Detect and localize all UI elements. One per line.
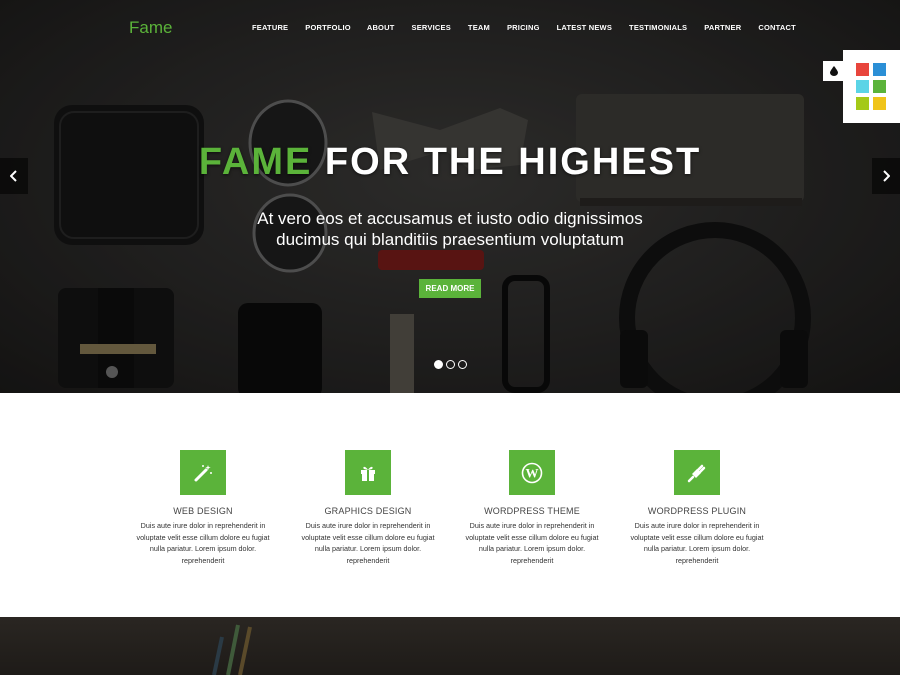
service-web-design: WEB DESIGN Duis aute irure dolor in repr…	[133, 450, 273, 566]
gift-icon	[361, 466, 375, 481]
service-wordpress-theme: W WORDPRESS THEME Duis aute irure dolor …	[462, 450, 602, 566]
main-nav: FEATURE PORTFOLIO ABOUT SERVICES TEAM PR…	[252, 23, 796, 32]
color-swatch-green[interactable]	[873, 80, 886, 93]
nav-item-latest-news[interactable]: LATEST NEWS	[557, 23, 612, 32]
color-switcher-toggle[interactable]	[823, 61, 844, 81]
slider-pagination	[434, 360, 467, 369]
nav-item-about[interactable]: ABOUT	[367, 23, 395, 32]
service-text: Duis aute irure dolor in reprehenderit i…	[630, 521, 764, 565]
service-text: Duis aute irure dolor in reprehenderit i…	[465, 521, 599, 565]
read-more-button[interactable]: READ MORE	[419, 279, 481, 298]
service-title: WORDPRESS PLUGIN	[647, 506, 747, 516]
nav-item-contact[interactable]: CONTACT	[758, 23, 796, 32]
wordpress-icon: W	[521, 462, 543, 483]
nav-item-partner[interactable]: PARTNER	[704, 23, 741, 32]
service-text: Duis aute irure dolor in reprehenderit i…	[136, 521, 270, 565]
hero-subtitle-line-2: ducimus qui blanditiis praesentium volup…	[276, 230, 624, 249]
service-title: WORDPRESS THEME	[484, 506, 580, 516]
hero-subtitle-line-1: At vero eos et accusamus et iusto odio d…	[257, 209, 643, 228]
pencils-image	[212, 624, 252, 675]
color-swatch-blue[interactable]	[873, 63, 886, 76]
service-icon-box: W	[509, 450, 555, 495]
service-title: GRAPHICS DESIGN	[324, 506, 412, 516]
hero-overlay	[0, 0, 900, 393]
service-icon-box	[345, 450, 391, 495]
color-swatch-red[interactable]	[856, 63, 869, 76]
services-section: WEB DESIGN Duis aute irure dolor in repr…	[0, 393, 900, 617]
service-graphics-design: GRAPHICS DESIGN Duis aute irure dolor in…	[298, 450, 438, 566]
hero-title-rest: FOR THE HIGHEST	[312, 141, 702, 183]
next-section-background	[0, 617, 900, 675]
hero-title: FAME FOR THE HIGHEST	[0, 141, 900, 184]
droplet-icon	[829, 66, 838, 76]
service-icon-box	[180, 450, 226, 495]
slider-dot-2[interactable]	[446, 360, 455, 369]
svg-text:W: W	[526, 465, 539, 480]
hero-subtitle: At vero eos et accusamus et iusto odio d…	[0, 208, 900, 250]
service-icon-box	[674, 450, 720, 495]
nav-item-testimonials[interactable]: TESTIMONIALS	[629, 23, 687, 32]
nav-item-team[interactable]: TEAM	[468, 23, 490, 32]
slider-dot-3[interactable]	[458, 360, 467, 369]
nav-item-portfolio[interactable]: PORTFOLIO	[305, 23, 351, 32]
service-text: Duis aute irure dolor in reprehenderit i…	[301, 521, 435, 565]
magic-wand-icon	[194, 464, 212, 481]
brand-logo[interactable]: Fame	[129, 18, 172, 38]
slider-dot-1[interactable]	[434, 360, 443, 369]
color-switcher-panel	[843, 50, 900, 123]
service-wordpress-plugin: WORDPRESS PLUGIN Duis aute irure dolor i…	[627, 450, 767, 566]
color-swatch-lime[interactable]	[856, 97, 869, 110]
color-swatch-cyan[interactable]	[856, 80, 869, 93]
nav-item-services[interactable]: SERVICES	[412, 23, 451, 32]
nav-item-feature[interactable]: FEATURE	[252, 23, 288, 32]
color-swatch-yellow[interactable]	[873, 97, 886, 110]
hero-slider	[0, 0, 900, 393]
nav-item-pricing[interactable]: PRICING	[507, 23, 540, 32]
plug-icon	[687, 464, 706, 482]
service-title: WEB DESIGN	[173, 506, 233, 516]
hero-title-accent: FAME	[198, 141, 313, 183]
